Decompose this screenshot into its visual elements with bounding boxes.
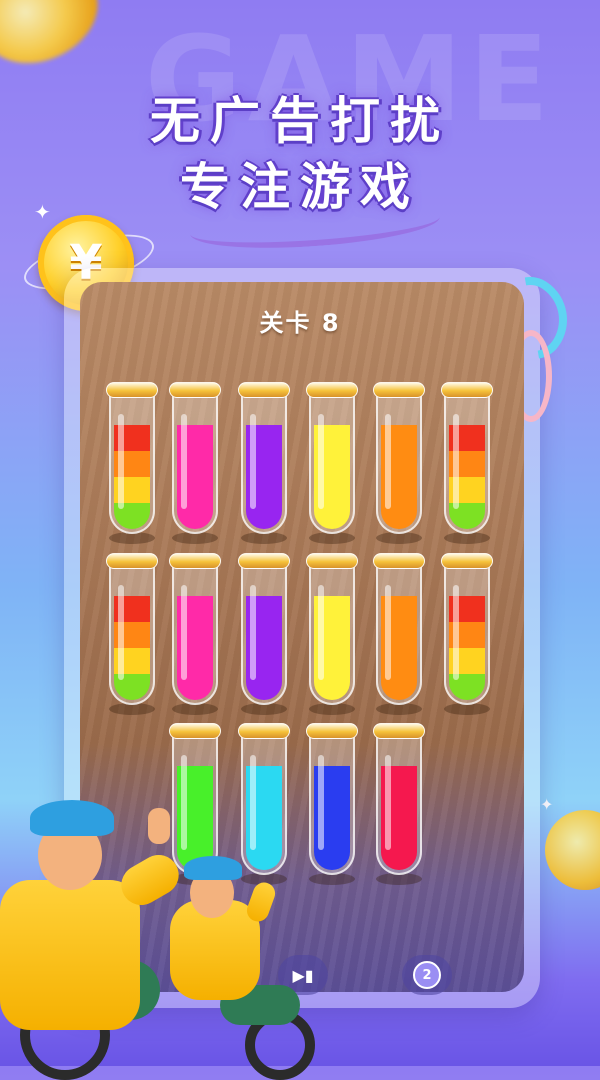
tube-shine: [250, 585, 256, 680]
tube-rim: [441, 382, 493, 398]
tube-shine: [118, 414, 124, 509]
tube-shine: [318, 414, 324, 509]
tube-shine: [385, 585, 391, 680]
tube-rim: [306, 382, 358, 398]
test-tube[interactable]: [441, 553, 493, 715]
test-tube[interactable]: [238, 382, 290, 544]
test-tube[interactable]: [306, 723, 358, 885]
tube-shine: [453, 585, 459, 680]
video-icon: ▶▮: [292, 965, 314, 985]
tube-rim: [373, 553, 425, 569]
tube-glass: [241, 733, 287, 875]
sparkle-icon: ✦: [540, 795, 554, 814]
tube-rim: [106, 382, 158, 398]
tube-shine: [181, 414, 187, 509]
tube-shine: [453, 414, 459, 509]
test-tube[interactable]: [373, 553, 425, 715]
tube-rim: [169, 553, 221, 569]
tube-glass: [376, 563, 422, 705]
test-tube[interactable]: [106, 382, 158, 544]
tube-rim: [373, 723, 425, 739]
tube-rim: [106, 553, 158, 569]
tube-glass: [376, 733, 422, 875]
tube-glass: [172, 392, 218, 534]
tube-glass: [309, 733, 355, 875]
undo-button[interactable]: 2: [402, 955, 452, 995]
sparkle-icon: ✦: [34, 200, 51, 224]
tube-glass: [241, 563, 287, 705]
tube-shine: [181, 755, 187, 850]
test-tube[interactable]: [106, 553, 158, 715]
tube-shine: [250, 414, 256, 509]
tube-glass: [172, 563, 218, 705]
test-tube[interactable]: [238, 723, 290, 885]
tube-rim: [238, 723, 290, 739]
tube-glass: [444, 392, 490, 534]
tube-shine: [385, 755, 391, 850]
tube-rim: [238, 553, 290, 569]
tube-glass: [376, 392, 422, 534]
tube-shine: [118, 585, 124, 680]
tube-shine: [318, 755, 324, 850]
promo-headline: 无广告打扰 专注游戏: [0, 88, 600, 220]
tube-glass: [109, 563, 155, 705]
test-tube[interactable]: [169, 723, 221, 885]
tube-rim: [441, 553, 493, 569]
test-tube[interactable]: [238, 553, 290, 715]
headline-line-1: 无广告打扰: [150, 92, 450, 150]
tube-rim: [169, 382, 221, 398]
tube-rim: [306, 553, 358, 569]
tube-glass: [309, 563, 355, 705]
hint-count-badge: 2: [413, 961, 441, 989]
test-tube[interactable]: [441, 382, 493, 544]
tube-rim: [373, 382, 425, 398]
test-tube[interactable]: [373, 382, 425, 544]
tube-glass: [309, 392, 355, 534]
tube-glass: [241, 392, 287, 534]
tube-rim: [169, 723, 221, 739]
tube-rim: [238, 382, 290, 398]
tube-glass: [172, 733, 218, 875]
tube-glass: [444, 563, 490, 705]
tube-glass: [109, 392, 155, 534]
level-label: 关卡 8: [259, 309, 341, 337]
blurred-coin-icon: [0, 0, 114, 82]
tube-shine: [318, 585, 324, 680]
tube-shine: [385, 414, 391, 509]
test-tube[interactable]: [306, 382, 358, 544]
tube-shine: [181, 585, 187, 680]
tube-shine: [250, 755, 256, 850]
coin-icon: [545, 810, 600, 890]
test-tube[interactable]: [373, 723, 425, 885]
tube-rim: [306, 723, 358, 739]
test-tube[interactable]: [169, 553, 221, 715]
test-tube[interactable]: [169, 382, 221, 544]
test-tube[interactable]: [306, 553, 358, 715]
